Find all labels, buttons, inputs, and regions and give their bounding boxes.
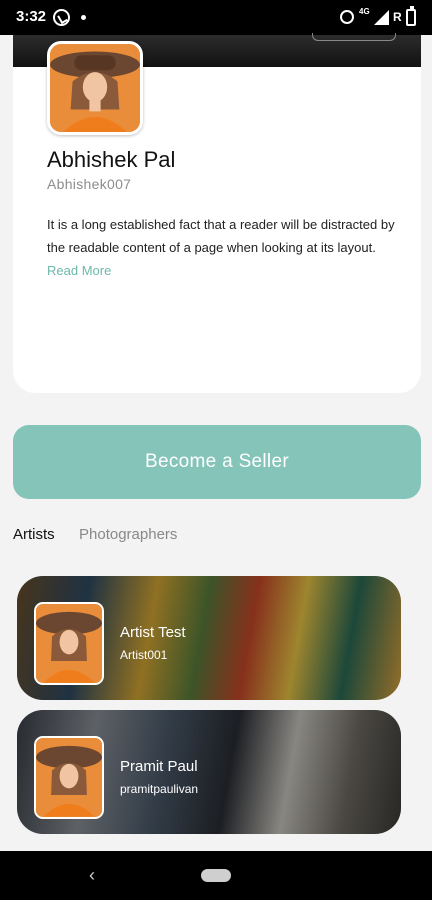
status-bar: 3:32 4G R <box>0 0 432 35</box>
alarm-icon <box>340 10 354 24</box>
profile-bio: It is a long established fact that a rea… <box>47 213 397 282</box>
home-pill-icon[interactable] <box>201 869 231 882</box>
artist-name: Pramit Paul <box>120 758 198 775</box>
roaming-indicator: R <box>393 10 402 24</box>
artist-handle: pramitpaulivan <box>120 782 199 796</box>
profile-name: Abhishek Pal <box>47 147 176 172</box>
tab-artists[interactable]: Artists <box>13 526 55 543</box>
artist-avatar <box>34 602 104 685</box>
artist-card[interactable]: Pramit Paul pramitpaulivan <box>17 710 401 834</box>
avatar-portrait-icon <box>50 44 140 132</box>
artist-handle: Artist001 <box>120 648 168 662</box>
bio-text: It is a long established fact that a rea… <box>47 217 395 255</box>
notification-dot-icon <box>81 15 86 20</box>
whatsapp-icon <box>53 9 70 26</box>
become-seller-button[interactable]: Become a Seller <box>13 425 421 499</box>
signal-icon <box>374 10 389 25</box>
network-type: 4G <box>359 7 370 16</box>
avatar-portrait-icon <box>36 604 102 683</box>
back-icon[interactable]: ‹ <box>89 865 95 886</box>
edit-profile-button[interactable] <box>312 33 396 41</box>
read-more-link[interactable]: Read More <box>47 263 111 278</box>
profile-username: Abhishek007 <box>47 176 132 192</box>
artist-name: Artist Test <box>120 624 186 641</box>
artist-avatar <box>34 736 104 819</box>
status-time: 3:32 <box>16 8 47 25</box>
tab-photographers[interactable]: Photographers <box>79 526 177 543</box>
artist-card[interactable]: Artist Test Artist001 <box>17 576 401 700</box>
profile-avatar[interactable] <box>47 41 143 135</box>
system-nav-bar: ‹ <box>0 851 432 900</box>
avatar-portrait-icon <box>36 738 102 817</box>
battery-icon <box>406 6 416 26</box>
